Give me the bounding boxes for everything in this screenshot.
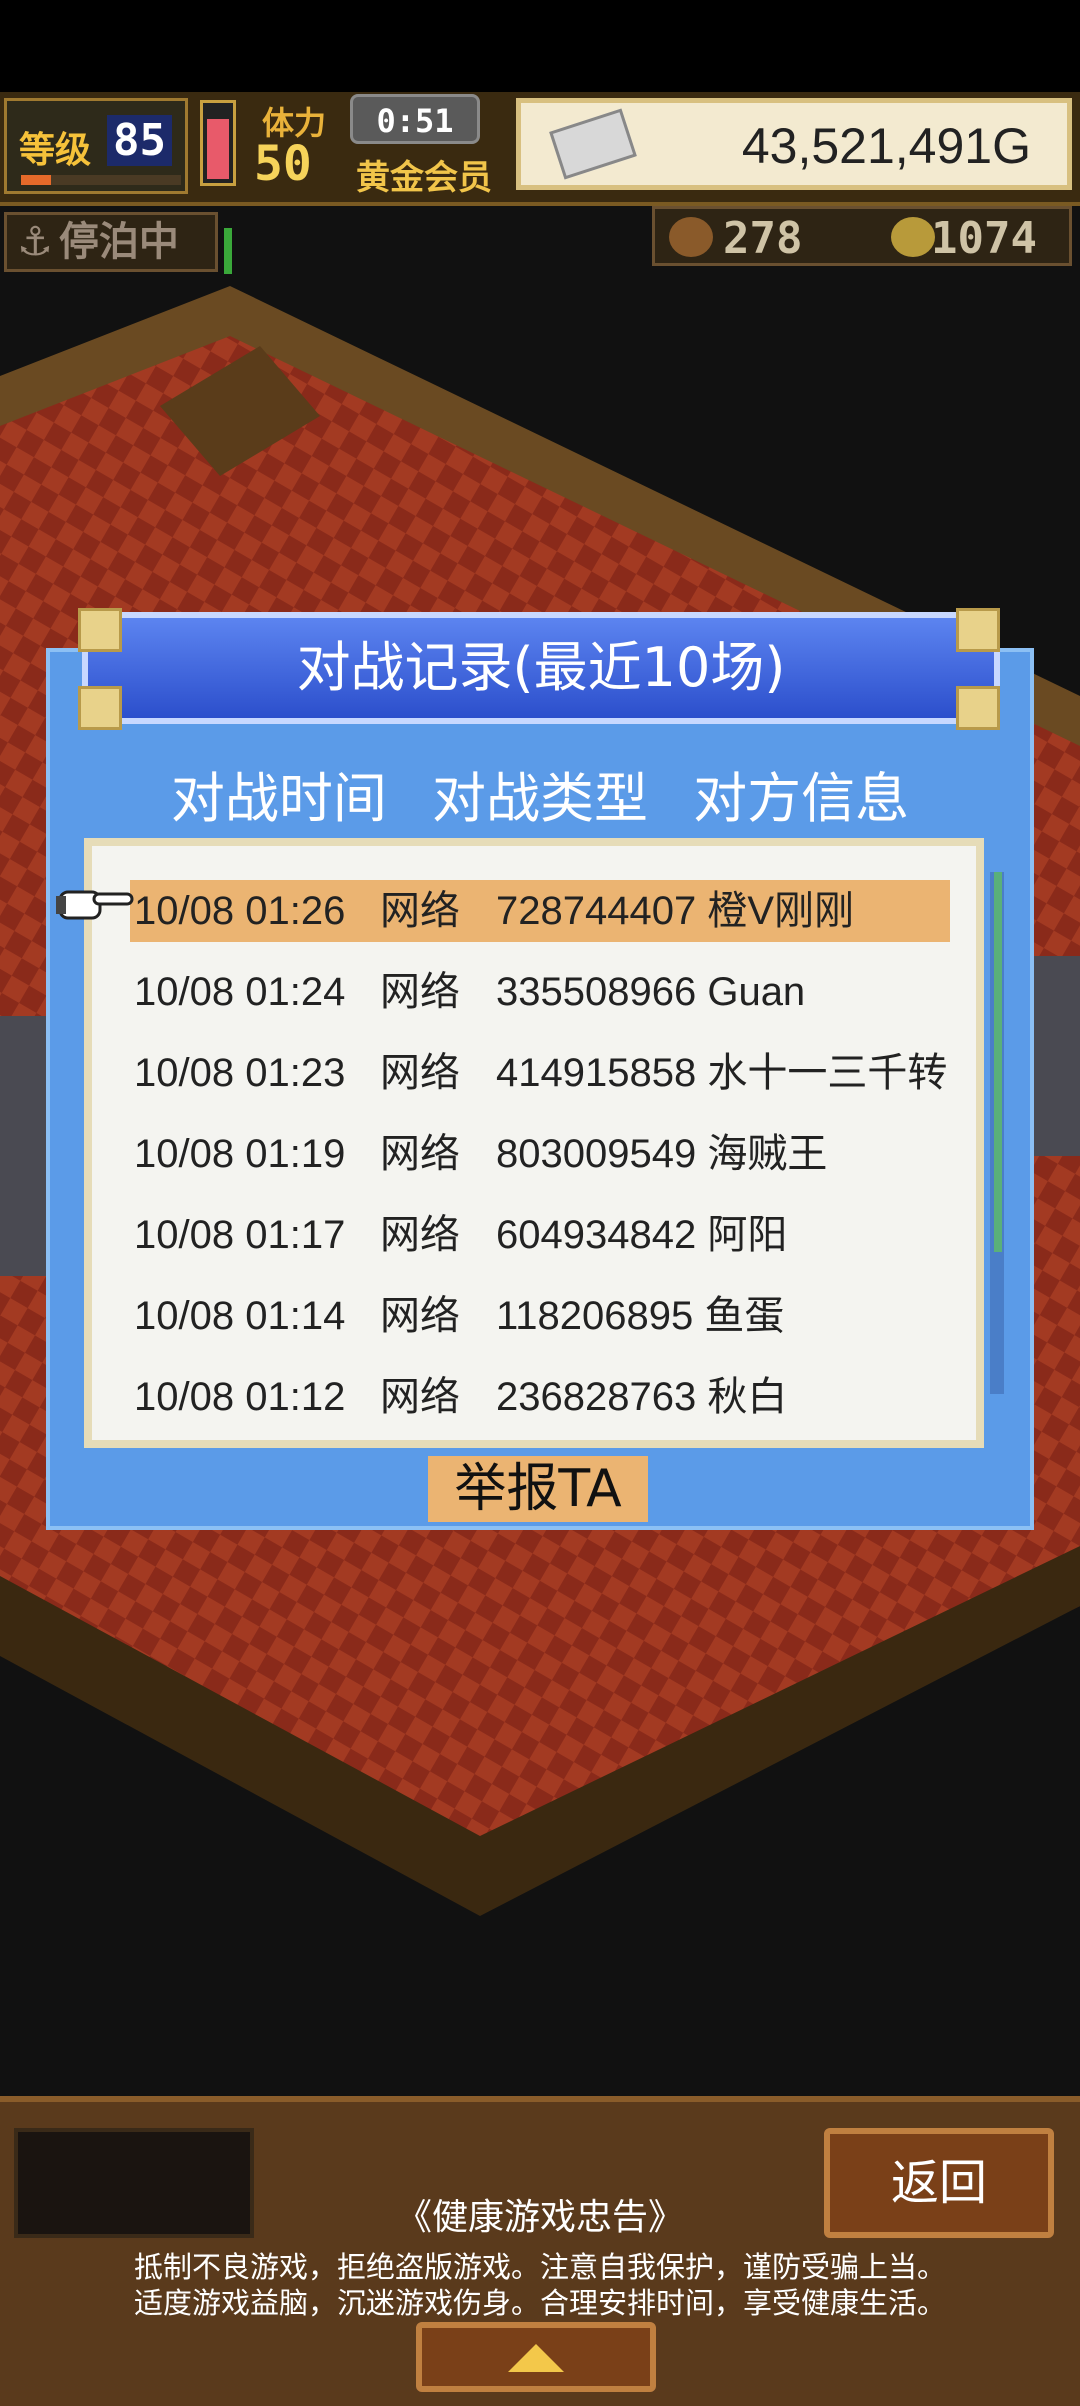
row-opponent: 803009549 海贼王 [496, 1132, 828, 1176]
row-time: 10/08 01:12 [134, 1375, 346, 1419]
row-opponent: 335508966 Guan [496, 970, 806, 1014]
silver-bar-icon [549, 108, 637, 180]
gold-panel[interactable]: 43,521,491G [516, 98, 1072, 190]
gold-amount: 43,521,491G [741, 118, 1031, 174]
dock-progress-bar [224, 228, 232, 274]
row-opponent: 604934842 阿阳 [496, 1213, 788, 1257]
column-header-type: 对战类型 [432, 767, 648, 830]
dock-status: ⚓ 停泊中 [4, 212, 218, 272]
row-opponent: 118206895 鱼蛋 [496, 1294, 785, 1338]
row-opponent: 728744407 橙V刚刚 [496, 889, 855, 933]
column-header-opponent: 对方信息 [693, 767, 910, 830]
top-hud: 等级 85 体力 50 0:51 黄金会员 43,521,491G [0, 92, 1080, 206]
coin-icon [891, 217, 935, 257]
health-notice-line-2: 适度游戏益脑，沉迷游戏伤身。合理安排时间，享受健康生活。 [133, 2286, 946, 2320]
report-button[interactable]: 举报TA [428, 1456, 648, 1522]
stamina-gauge [200, 100, 236, 186]
level-value: 85 [107, 115, 172, 166]
column-header-time: 对战时间 [170, 767, 387, 830]
stamina-value: 50 [254, 136, 312, 192]
level-panel: 等级 85 [4, 98, 188, 194]
pointing-hand-icon [56, 890, 134, 920]
row-time: 10/08 01:23 [134, 1051, 346, 1095]
row-type: 网络 [380, 889, 460, 933]
row-time: 10/08 01:17 [134, 1213, 346, 1257]
record-list[interactable]: 10/08 01:26 网络 728744407 橙V刚刚 10/08 01:2… [84, 838, 984, 1448]
resource-a-value: 278 [723, 213, 803, 264]
row-time: 10/08 01:26 [134, 889, 346, 933]
timer: 0:51 [350, 94, 480, 144]
row-type: 网络 [380, 970, 460, 1014]
row-time: 10/08 01:19 [134, 1132, 346, 1176]
expand-button[interactable] [416, 2322, 656, 2392]
health-notice-title: 《健康游戏忠告》 [395, 2197, 684, 2238]
row-type: 网络 [380, 1051, 460, 1095]
row-type: 网络 [380, 1375, 460, 1419]
record-row[interactable]: 10/08 01:23 网络 414915858 水十一三千转 [130, 1042, 950, 1104]
membership-badge[interactable]: 黄金会员 [356, 150, 492, 199]
dialog-title: 对战记录(最近10场) [82, 612, 1000, 724]
corner-ornament [956, 686, 1000, 730]
resource-b-value: 1074 [931, 213, 1037, 264]
list-scrollbar-thumb[interactable] [994, 872, 1002, 1252]
row-type: 网络 [380, 1213, 460, 1257]
food-icon [669, 217, 713, 257]
record-row[interactable]: 10/08 01:19 网络 803009549 海贼王 [130, 1123, 950, 1185]
record-row[interactable]: 10/08 01:14 网络 118206895 鱼蛋 [130, 1285, 950, 1347]
record-row-selected[interactable]: 10/08 01:26 网络 728744407 橙V刚刚 [130, 880, 950, 942]
record-row[interactable]: 10/08 01:24 网络 335508966 Guan [130, 961, 950, 1023]
record-row[interactable]: 10/08 01:12 网络 236828763 秋白 [130, 1366, 950, 1428]
row-type: 网络 [380, 1132, 460, 1176]
bottom-panel: 返回 《健康游戏忠告》 抵制不良游戏，拒绝盗版游戏。注意自我保护，谨防受骗上当。… [0, 2096, 1080, 2406]
row-time: 10/08 01:24 [134, 970, 346, 1014]
resource-panel: 278 1074 [652, 206, 1072, 266]
column-headers: 对战时间 对战类型 对方信息 [46, 754, 1034, 833]
dock-status-label: 停泊中 [58, 219, 179, 265]
up-arrow-icon [508, 2344, 564, 2372]
anchor-icon: ⚓ [17, 219, 53, 265]
level-label: 等级 [19, 130, 92, 171]
row-time: 10/08 01:14 [134, 1294, 346, 1338]
row-type: 网络 [380, 1294, 460, 1338]
corner-ornament [78, 686, 122, 730]
corner-ornament [956, 608, 1000, 652]
row-opponent: 236828763 秋白 [496, 1375, 788, 1419]
status-bar [0, 0, 1080, 92]
corner-ornament [78, 608, 122, 652]
row-opponent: 414915858 水十一三千转 [496, 1051, 948, 1095]
exp-bar [21, 175, 181, 185]
record-row[interactable]: 10/08 01:17 网络 604934842 阿阳 [130, 1204, 950, 1266]
